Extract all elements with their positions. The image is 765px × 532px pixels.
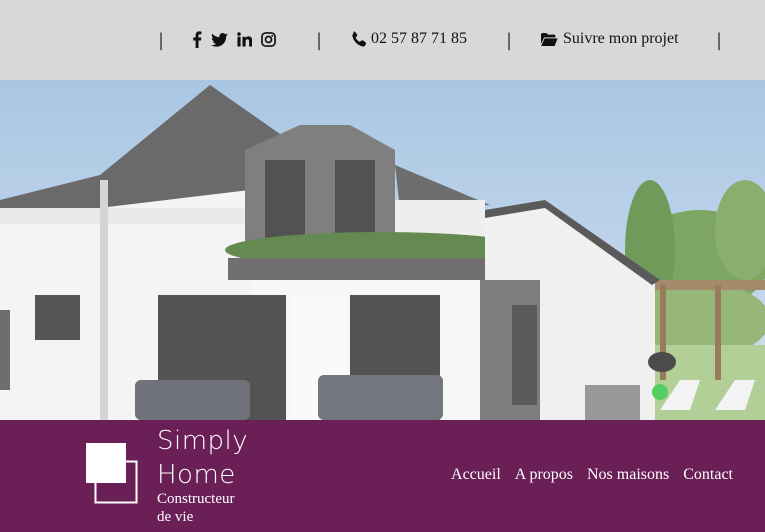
brand-name-line1: Simply (157, 426, 249, 456)
instagram-icon[interactable] (261, 32, 276, 47)
nav-accueil[interactable]: Accueil (451, 466, 501, 484)
tagline-line2: de vie (157, 509, 194, 525)
brand-name-line2: Home (157, 460, 236, 490)
nav-contact[interactable]: Contact (683, 466, 733, 484)
follow-project-link[interactable]: Suivre mon projet (540, 30, 679, 48)
nav-a-propos[interactable]: A propos (515, 466, 573, 484)
social-links (192, 31, 276, 48)
logo-icon[interactable] (86, 443, 141, 510)
phone-icon (352, 31, 366, 47)
phone-link[interactable]: 02 57 87 71 85 (350, 30, 467, 48)
linkedin-icon[interactable] (237, 32, 252, 47)
facebook-icon[interactable] (192, 31, 202, 48)
separator: | (158, 30, 165, 51)
top-bar: | | 02 57 87 71 85 | Suivre mon projet | (0, 0, 765, 80)
nav-nos-maisons[interactable]: Nos maisons (587, 466, 669, 484)
phone-number: 02 57 87 71 85 (371, 30, 467, 47)
hero-house-image (0, 80, 765, 420)
separator: | (506, 30, 513, 51)
twitter-icon[interactable] (211, 32, 228, 47)
folder-open-icon (541, 32, 558, 46)
main-nav: Accueil A propos Nos maisons Contact (451, 466, 733, 484)
follow-project-label: Suivre mon projet (563, 30, 679, 47)
tagline-line1: Constructeur (157, 491, 235, 507)
separator: | (716, 30, 723, 51)
separator: | (316, 30, 323, 51)
